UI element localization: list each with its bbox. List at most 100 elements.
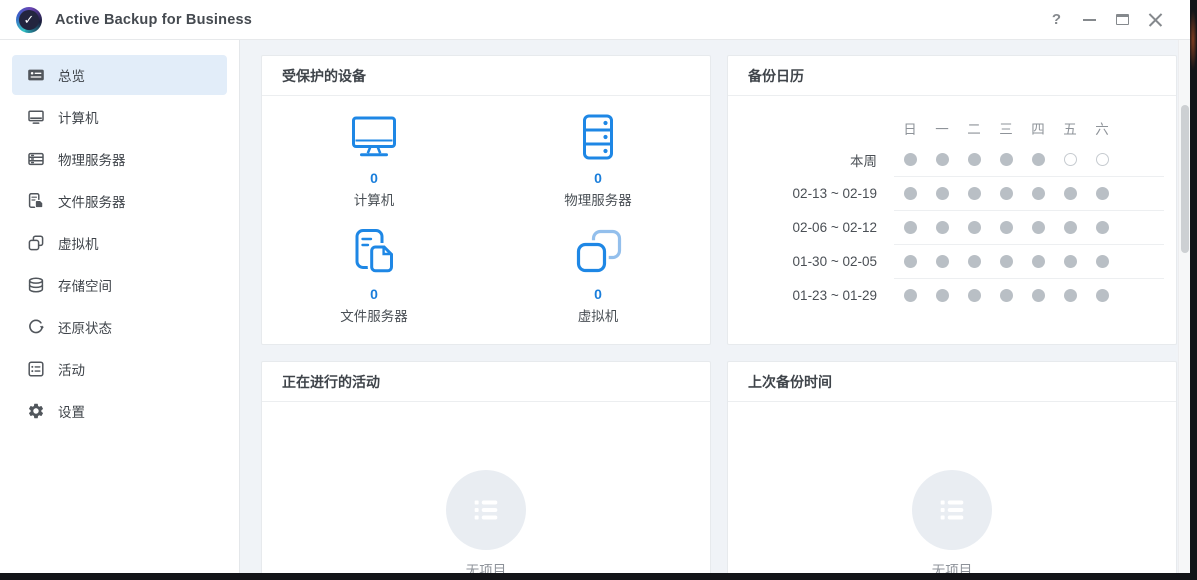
backup-day-dot-filled [1032,221,1045,234]
device-count: 0 [594,286,602,302]
backup-day-dot-filled [936,221,949,234]
file-server-icon [27,192,45,210]
help-button[interactable]: ? [1040,6,1073,34]
sidebar-item-label: 总览 [58,65,85,85]
weekday-label: 六 [1086,118,1118,138]
active-backup-logo-icon: ✓ [16,7,42,33]
calendar-row: 02-13 ~ 02-19 [728,177,1118,210]
virtual-machine-device-icon [572,227,624,279]
minimize-button[interactable] [1073,6,1106,34]
backup-day-dot-filled [1096,187,1109,200]
weekday-label: 日 [894,118,926,138]
device-stat-computer[interactable]: 0计算机 [262,102,486,218]
device-stat-physical-server[interactable]: 0 物理服务器 [486,102,710,218]
backup-day-dot-filled [1064,187,1077,200]
calendar-week-label: 02-06 ~ 02-12 [728,220,894,235]
computer-device-icon [348,111,400,163]
sidebar-item-restore-status[interactable]: 还原状态 [12,307,227,347]
app-window: ✓ Active Backup for Business ? 总览计算机物理服务… [0,0,1190,573]
calendar-row: 01-23 ~ 01-29 [728,279,1118,312]
sidebar-item-label: 还原状态 [58,317,112,337]
activity-icon [27,360,45,378]
device-label: 文件服务器 [340,305,408,325]
sidebar-item-activity[interactable]: 活动 [12,349,227,389]
backup-day-dot-filled [1064,289,1077,302]
device-count: 0 [370,170,378,186]
calendar-row: 02-06 ~ 02-12 [728,211,1118,244]
ongoing-activities-card: 正在进行的活动 无项目 [261,361,711,573]
last-backup-time-card: 上次备份时间 无项目 [727,361,1177,573]
backup-day-dot-filled [1096,221,1109,234]
protected-devices-card: 受保护的设备 0计算机0物理服务器0文件服务器0虚拟机 [261,55,711,345]
backup-day-dot-filled [936,187,949,200]
backup-day-dot-filled [1096,289,1109,302]
weekday-label: 四 [1022,118,1054,138]
device-stat-file-server[interactable]: 0文件服务器 [262,218,486,334]
backup-day-dot-filled [904,153,917,166]
weekday-label: 二 [958,118,990,138]
file-server-device-icon [348,227,400,279]
backup-day-dot-filled [1000,255,1013,268]
scrollbar[interactable] [1178,40,1190,573]
close-button[interactable] [1139,6,1172,34]
backup-day-dot-filled [936,255,949,268]
calendar-weekday-header: 日一二三四五六 [728,113,1118,143]
device-count: 0 [594,170,602,186]
device-label: 虚拟机 [578,305,619,325]
calendar-week-label: 02-13 ~ 02-19 [728,186,894,201]
backup-day-dot-empty [1096,153,1109,166]
backup-day-dot-filled [968,187,981,200]
calendar-row: 01-30 ~ 02-05 [728,245,1118,278]
sidebar-item-storage[interactable]: 存储空间 [12,265,227,305]
maximize-button[interactable] [1106,6,1139,34]
backup-day-dot-filled [1064,255,1077,268]
sidebar-item-computer[interactable]: 计算机 [12,97,227,137]
sidebar-item-label: 虚拟机 [58,233,99,253]
sidebar-item-settings[interactable]: 设置 [12,391,227,431]
virtual-machine-icon [27,234,45,252]
calendar-week-label: 01-23 ~ 01-29 [728,288,894,303]
sidebar-item-physical-server[interactable]: 物理服务器 [12,139,227,179]
backup-day-dot-filled [904,221,917,234]
scrollbar-thumb[interactable] [1181,105,1189,253]
backup-calendar-card: 备份日历 日一二三四五六本周02-13 ~ 02-1902-06 ~ 02-12… [727,55,1177,345]
sidebar-item-overview[interactable]: 总览 [12,55,227,95]
calendar-row: 本周 [728,143,1118,176]
last-backup-empty-state: 无项目 [728,402,1176,573]
sidebar-item-virtual-machine[interactable]: 虚拟机 [12,223,227,263]
device-stat-virtual-machine[interactable]: 0 虚拟机 [486,218,710,334]
settings-icon [27,402,45,420]
sidebar-item-label: 文件服务器 [58,191,126,211]
backup-day-dot-filled [1000,153,1013,166]
list-icon [446,470,526,550]
computer-icon [27,108,45,126]
ongoing-activities-empty-state: 无项目 [262,402,710,573]
backup-day-dot-filled [1000,187,1013,200]
physical-server-device-icon [572,111,624,163]
device-label: 物理服务器 [564,189,632,209]
window-title: Active Backup for Business [55,12,252,28]
weekday-label: 三 [990,118,1022,138]
backup-day-dot-filled [968,255,981,268]
maximize-icon [1116,14,1129,25]
ongoing-activities-empty-text: 无项目 [466,559,507,573]
calendar-week-label: 01-30 ~ 02-05 [728,254,894,269]
last-backup-empty-text: 无项目 [932,559,973,573]
physical-server-icon [27,150,45,168]
sidebar-item-label: 物理服务器 [58,149,126,169]
backup-day-dot-filled [1000,289,1013,302]
backup-day-dot-filled [1064,221,1077,234]
backup-day-dot-filled [936,153,949,166]
backup-day-dot-filled [904,289,917,302]
sidebar-item-file-server[interactable]: 文件服务器 [12,181,227,221]
backup-day-dot-filled [1032,255,1045,268]
close-icon [1148,12,1163,27]
backup-day-dot-filled [1032,187,1045,200]
restore-status-icon [27,318,45,336]
backup-day-dot-filled [936,289,949,302]
backup-day-dot-filled [968,153,981,166]
backup-day-dot-filled [1032,153,1045,166]
logo-check-icon: ✓ [19,10,39,30]
backup-calendar-table: 日一二三四五六本周 02-13 ~ 02-19 02-06 ~ 02-12 01-30… [728,96,1176,312]
main-content: 受保护的设备 0计算机0物理服务器0文件服务器0虚拟机 备份日历 日一二三四五六… [240,40,1190,573]
